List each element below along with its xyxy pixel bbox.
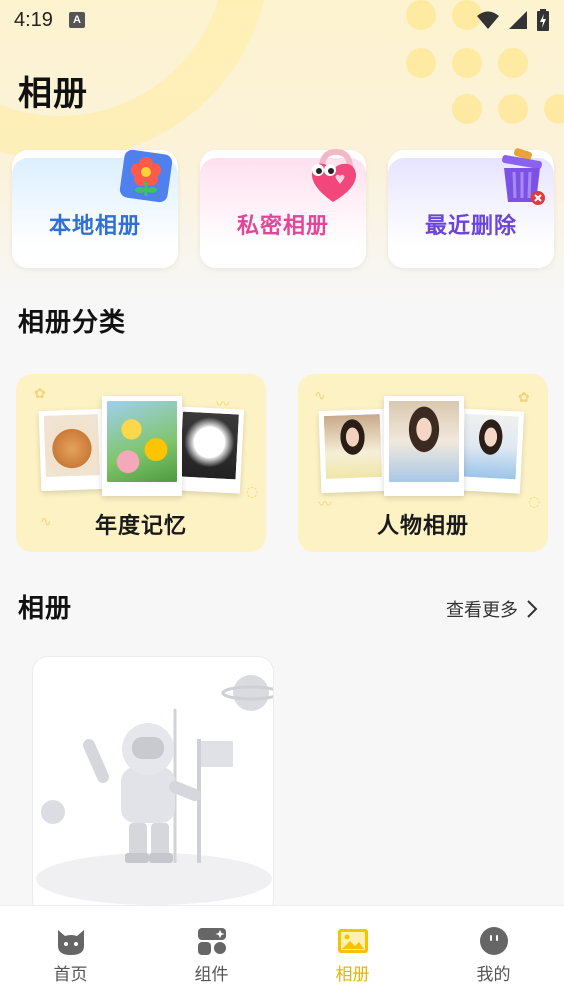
bottom-nav: 首页 组件 相册 我的	[0, 905, 564, 1002]
nav-label-home: 首页	[53, 965, 88, 985]
albums-section-title: 相册	[18, 594, 73, 624]
widgets-icon	[197, 928, 226, 955]
view-more-label: 查看更多	[446, 600, 518, 621]
empty-album-placeholder	[32, 656, 274, 916]
smiley-icon	[479, 927, 508, 955]
nav-item-widgets[interactable]: 组件	[141, 906, 282, 1002]
wifi-icon	[477, 11, 499, 29]
battery-icon	[537, 9, 549, 31]
photo-person-2	[384, 396, 464, 496]
private-album-label: 私密相册	[236, 214, 329, 239]
category-label-annual-memories: 年度记忆	[94, 514, 187, 539]
status-time: 4:19	[14, 8, 53, 31]
astronaut-illustration	[36, 675, 273, 905]
nav-item-album[interactable]: 相册	[282, 906, 423, 1002]
signal-icon	[509, 11, 527, 29]
photo-flowers	[102, 396, 182, 496]
category-section-title: 相册分类	[18, 308, 127, 338]
nav-label-widgets: 组件	[194, 965, 229, 985]
flower-icon	[119, 149, 173, 203]
photo-person-1	[318, 408, 388, 494]
photo-dog	[173, 406, 245, 494]
notification-badge: A	[68, 12, 85, 28]
photo-person-3	[455, 408, 525, 494]
nav-item-mine[interactable]: 我的	[423, 906, 564, 1002]
category-label-people-album: 人物相册	[376, 514, 469, 539]
nav-item-home[interactable]: 首页	[0, 906, 141, 1002]
recently-deleted-label: 最近删除	[424, 214, 517, 239]
category-card-annual-memories[interactable]: ✿ 〰 ◌ ∿ 年度记忆	[16, 374, 266, 552]
quick-access-row: 本地相册 私密相册 最近删除	[12, 148, 554, 268]
local-album-card[interactable]: 本地相册	[12, 149, 178, 268]
recently-deleted-card[interactable]: 最近删除	[388, 148, 554, 268]
local-album-label: 本地相册	[48, 214, 141, 239]
status-bar: 4:19 A	[0, 0, 564, 40]
nav-label-album: 相册	[335, 965, 370, 985]
page-title: 相册	[18, 74, 88, 114]
photo-cat	[38, 408, 106, 492]
cat-face-icon	[57, 930, 84, 955]
view-more-link[interactable]: 查看更多	[446, 596, 538, 622]
category-card-people-album[interactable]: ∿ ✿ ◌ 〰 人物相册	[298, 374, 548, 552]
heart-lock-icon	[311, 148, 357, 202]
nav-label-mine: 我的	[476, 965, 511, 985]
chevron-right-icon	[527, 600, 538, 618]
trash-bin-icon	[502, 148, 545, 205]
picture-icon	[337, 929, 368, 953]
private-album-card[interactable]: 私密相册	[200, 148, 366, 268]
